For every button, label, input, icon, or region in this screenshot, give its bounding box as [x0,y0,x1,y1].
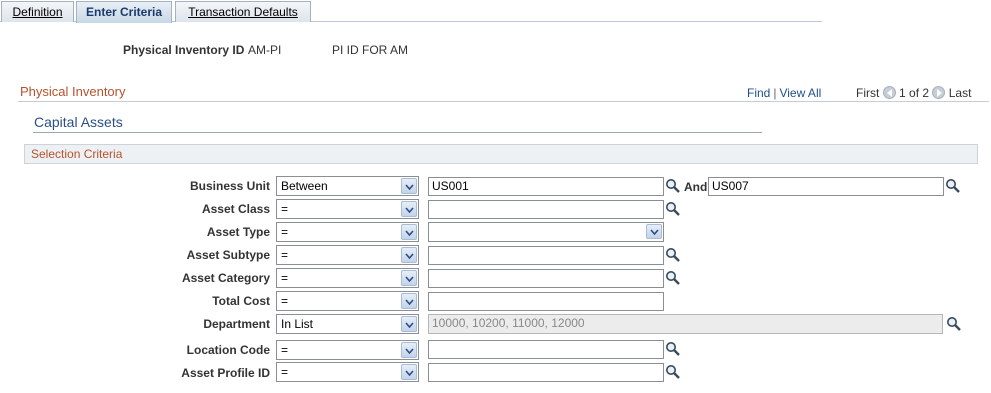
search-icon[interactable] [665,247,681,263]
asset-category-input[interactable] [428,269,664,288]
scroll-links: Find | View All [747,86,821,100]
pi-id-label: Physical Inventory ID [123,43,245,57]
row-navigation: First 1 of 2 Last [856,86,971,100]
asset-subtype-input[interactable] [428,246,664,265]
and-label: And [684,180,708,194]
asset-type-operator-select[interactable]: = [276,222,419,242]
business-unit-label: Business Unit [189,179,270,193]
section-title: Capital Assets [34,114,123,130]
search-icon[interactable] [665,178,681,194]
next-row-icon[interactable] [932,86,946,99]
asset-profile-id-label: Asset Profile ID [181,366,270,380]
department-list-input: 10000, 10200, 11000, 12000 [428,314,943,334]
asset-class-operator-select[interactable]: = [276,199,419,219]
asset-subtype-operator-value: = [281,248,289,262]
previous-row-icon[interactable] [882,86,896,99]
asset-category-label: Asset Category [181,271,270,285]
asset-profile-id-input[interactable] [428,363,664,382]
pi-id-value: AM-PI [248,43,282,57]
asset-subtype-label: Asset Subtype [186,248,270,262]
asset-category-operator-value: = [281,271,289,285]
total-cost-operator-value: = [281,294,289,308]
selection-criteria-title: Selection Criteria [31,147,123,161]
location-code-operator-select[interactable]: = [276,340,419,360]
selection-criteria-header: Selection Criteria [24,144,978,164]
scroll-header-line [18,101,989,102]
department-operator-select[interactable]: In List [276,314,419,334]
asset-class-input[interactable] [428,200,664,219]
asset-subtype-operator-select[interactable]: = [276,245,419,265]
chevron-down-icon[interactable] [401,293,417,309]
search-icon[interactable] [665,201,681,217]
search-icon[interactable] [665,270,681,286]
department-label: Department [203,317,270,331]
chevron-down-icon[interactable] [401,201,417,217]
row-position: 1 of 2 [899,86,930,100]
total-cost-label: Total Cost [212,294,270,308]
asset-type-select[interactable] [428,222,664,242]
location-code-label: Location Code [186,343,270,357]
location-code-operator-value: = [281,343,289,357]
asset-type-operator-value: = [281,225,289,239]
chevron-down-icon[interactable] [401,247,417,263]
asset-profile-id-operator-select[interactable]: = [276,362,419,382]
chevron-down-icon[interactable] [401,178,417,194]
asset-category-operator-select[interactable]: = [276,268,419,288]
asset-type-label: Asset Type [206,225,270,239]
chevron-down-icon[interactable] [646,224,662,239]
view-all-link[interactable]: View All [779,86,821,100]
scroll-title: Physical Inventory [20,84,126,99]
asset-class-label: Asset Class [201,202,270,216]
chevron-down-icon[interactable] [401,342,417,358]
tab-enter-criteria[interactable]: Enter Criteria [76,1,172,23]
business-unit-operator-select[interactable]: Between [276,176,419,196]
tab-transaction-defaults[interactable]: Transaction Defaults [175,1,311,22]
find-link[interactable]: Find [747,86,770,100]
total-cost-operator-select[interactable]: = [276,291,419,311]
search-icon[interactable] [665,341,681,357]
pi-description: PI ID FOR AM [332,43,409,57]
business-unit-operator-value: Between [281,179,328,193]
asset-class-operator-value: = [281,202,289,216]
first-label: First [856,86,880,100]
chevron-down-icon[interactable] [401,224,417,240]
search-icon[interactable] [946,316,962,332]
last-label: Last [948,86,972,100]
chevron-down-icon[interactable] [401,270,417,286]
section-underline [33,132,762,133]
search-icon[interactable] [665,364,681,380]
search-icon[interactable] [945,178,961,194]
department-operator-value: In List [281,317,314,331]
asset-profile-id-operator-value: = [281,365,289,379]
location-code-input[interactable] [428,340,664,359]
total-cost-input[interactable] [428,292,664,311]
tab-bar: Definition Enter Criteria Transaction De… [0,0,822,23]
business-unit-to-input[interactable]: US007 [708,177,944,196]
chevron-down-icon[interactable] [401,364,417,380]
business-unit-from-input[interactable]: US001 [428,177,664,196]
tab-definition[interactable]: Definition [1,1,74,22]
chevron-down-icon[interactable] [401,316,417,332]
